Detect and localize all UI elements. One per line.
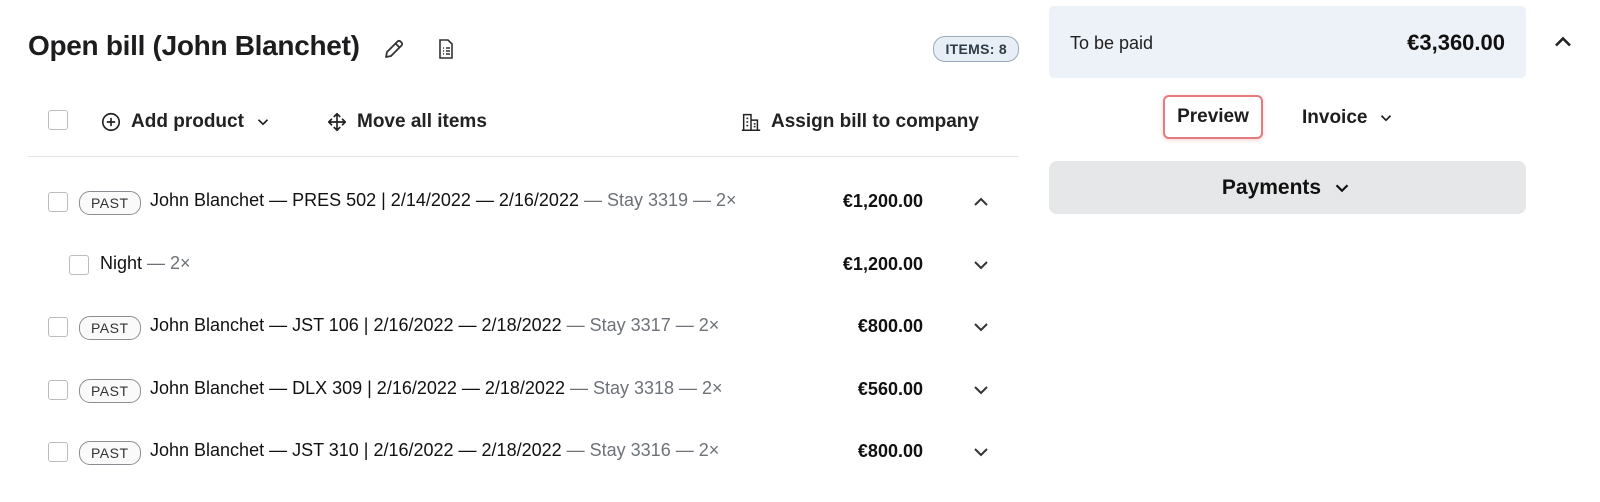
item-title: John Blanchet — PRES 502 | 2/14/2022 — 2… [150,190,579,210]
invoice-button[interactable]: Invoice [1302,106,1395,130]
bill-header: Open bill (John Blanchet) ITEMS: 8 [28,0,1019,98]
to-be-paid-label: To be paid [1070,33,1154,53]
bill-item-row[interactable]: PAST John Blanchet — JST 106 | 2/16/2022 … [28,296,1019,358]
assign-bill-label: Assign bill to company [771,111,979,132]
bill-item-row[interactable]: Night — 2× €1,200.00 [28,234,1019,296]
item-details: — Stay 3317 — 2× [561,315,720,335]
invoice-label: Invoice [1302,107,1368,128]
pencil-icon[interactable] [382,37,406,61]
item-amount: €1,200.00 [842,191,923,211]
preview-button[interactable]: Preview [1163,95,1263,139]
move-all-items-label: Move all items [357,111,487,132]
item-checkbox[interactable] [69,254,89,275]
item-checkbox[interactable] [48,317,68,337]
add-product-label: Add product [131,111,244,132]
payments-label: Payments [1221,175,1322,199]
item-amount: €800.00 [857,441,923,461]
plus-circle-icon [101,112,121,132]
item-title: John Blanchet — JST 310 | 2/16/2022 — 2/… [150,440,562,460]
chevron-up-icon [1555,36,1571,47]
chevron-down-icon [1335,183,1349,192]
item-details: — Stay 3319 — 2× [578,190,737,210]
move-arrows-icon [327,112,347,132]
item-details: — Stay 3316 — 2× [561,440,720,460]
move-all-items-button[interactable]: Move all items [326,110,487,134]
item-description: John Blanchet — JST 310 | 2/16/2022 — 2/… [150,440,719,461]
past-badge: PAST [79,441,141,465]
item-checkbox[interactable] [48,442,68,462]
to-be-paid-value: €3,360.00 [1407,30,1505,55]
select-all-checkbox[interactable] [48,110,68,130]
item-title: John Blanchet — DLX 309 | 2/16/2022 — 2/… [150,377,565,398]
item-checkbox[interactable] [48,192,68,212]
payments-button[interactable]: Payments [1049,161,1526,214]
item-details: — 2× [142,252,191,273]
item-checkbox[interactable] [48,379,68,400]
chevron-down-icon[interactable] [969,253,993,277]
collapse-summary-button[interactable] [1549,28,1577,56]
document-list-icon[interactable] [434,37,458,61]
page-title: Open bill (John Blanchet) [28,30,360,61]
item-title: Night [100,252,143,273]
bill-item-row[interactable]: PAST John Blanchet — DLX 309 | 2/16/2022 … [28,359,1019,421]
items-count-badge: ITEMS: 8 [933,36,1019,62]
add-product-button[interactable]: Add product [100,110,272,134]
item-amount: €560.00 [857,378,923,399]
item-description: John Blanchet — JST 106 | 2/16/2022 — 2/… [150,315,719,336]
bill-item-row[interactable]: PAST John Blanchet — JST 310 | 2/16/2022 … [28,421,1019,483]
to-be-paid-box: To be paid €3,360.00 [1049,6,1526,78]
past-badge: PAST [79,191,141,215]
item-description: Night — 2× [100,253,191,274]
item-description: John Blanchet — DLX 309 | 2/16/2022 — 2/… [150,378,723,399]
chevron-down-icon [1381,115,1392,122]
chevron-down-icon[interactable] [969,440,993,464]
chevron-down-icon[interactable] [969,378,993,402]
payment-summary-panel: To be paid €3,360.00 Preview Invoice Pay… [1049,6,1526,214]
chevron-down-icon[interactable] [969,315,993,339]
item-description: John Blanchet — PRES 502 | 2/14/2022 — 2… [150,190,737,211]
chevron-down-icon [257,119,269,126]
bill-item-row[interactable]: PAST John Blanchet — PRES 502 | 2/14/2022… [28,171,1019,233]
item-amount: €800.00 [857,316,923,336]
past-badge: PAST [79,378,141,403]
bill-toolbar: Add product Move all items Assign bill t… [28,98,1019,157]
chevron-up-icon[interactable] [969,190,993,214]
building-icon [741,113,761,131]
bill-panel: Open bill (John Blanchet) ITEMS: 8 Add p… [28,0,1019,477]
item-title: John Blanchet — JST 106 | 2/16/2022 — 2/… [150,315,562,335]
bill-items-list: PAST John Blanchet — PRES 502 | 2/14/2022… [28,171,1019,491]
assign-bill-to-company-button[interactable]: Assign bill to company [740,110,979,134]
item-details: — Stay 3318 — 2× [564,377,723,398]
item-amount: €1,200.00 [842,253,923,274]
past-badge: PAST [79,316,141,340]
